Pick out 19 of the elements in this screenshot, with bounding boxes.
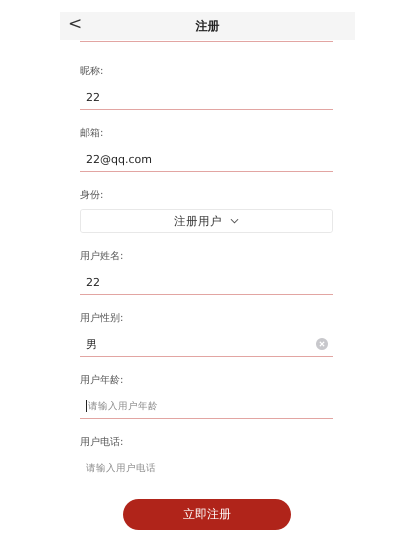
input-field[interactable]: 男 bbox=[80, 332, 333, 357]
input-field[interactable]: 请输入用户年龄 bbox=[80, 394, 333, 419]
field-label: 身份: bbox=[80, 189, 104, 203]
back-button[interactable]: < bbox=[68, 14, 82, 34]
field-label: 用户性别: bbox=[80, 312, 124, 326]
input-field[interactable]: 22 bbox=[80, 85, 333, 110]
field-label: 用户电话: bbox=[80, 436, 124, 450]
field-label: 用户年龄: bbox=[80, 374, 124, 388]
field-label: 邮箱: bbox=[80, 127, 104, 141]
role-dropdown[interactable]: 注册用户 bbox=[80, 209, 333, 233]
field-label: 昵称: bbox=[80, 65, 104, 79]
input-field[interactable]: 22@qq.com bbox=[80, 147, 333, 172]
chevron-down-icon bbox=[230, 218, 239, 224]
register-button[interactable]: 立即注册 bbox=[123, 499, 291, 530]
input-field[interactable]: 请输入用户电话 bbox=[80, 456, 333, 480]
field-label: 用户姓名: bbox=[80, 250, 124, 264]
clear-icon[interactable] bbox=[316, 338, 328, 350]
input-field[interactable]: 22 bbox=[80, 270, 333, 295]
page-title: 注册 bbox=[196, 18, 220, 34]
